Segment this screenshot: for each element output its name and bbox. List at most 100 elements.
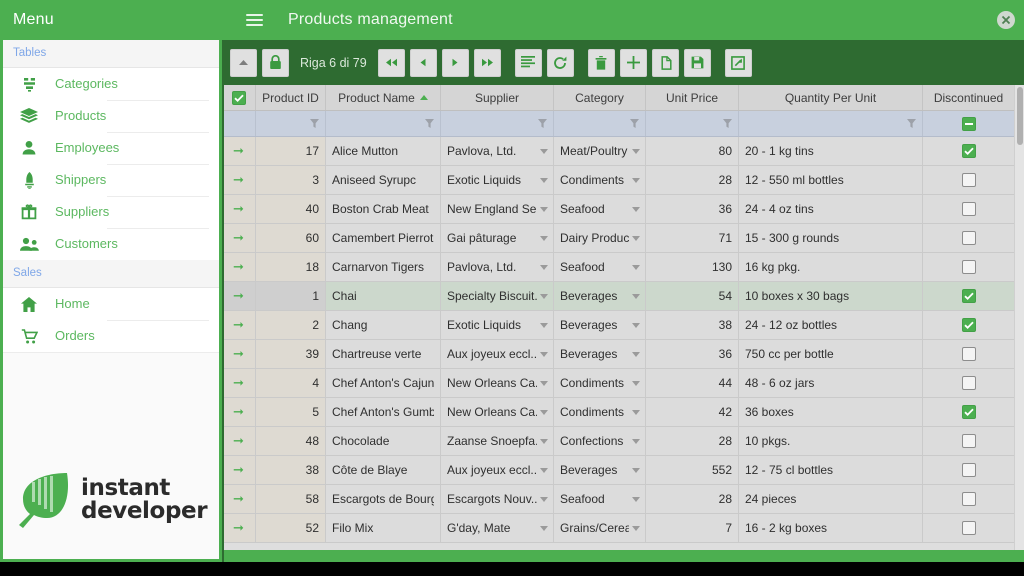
sidebar-item-orders[interactable]: Orders [3, 320, 219, 352]
cell-quantity-per-unit[interactable]: 12 - 75 cl bottles [739, 456, 923, 484]
discontinued-checkbox[interactable] [961, 202, 976, 216]
discontinued-checkbox[interactable] [961, 318, 976, 332]
row-select-arrow[interactable]: ➞ [222, 340, 256, 368]
discontinued-checkbox[interactable] [961, 376, 976, 390]
cell-category[interactable]: Beverages [554, 340, 646, 368]
discontinued-checkbox[interactable] [961, 521, 976, 535]
cell-unit-price[interactable]: 80 [646, 137, 739, 165]
row-select-arrow[interactable]: ➞ [222, 166, 256, 194]
cell-product-name[interactable]: Chai [326, 282, 441, 310]
filter-cell-quantity-per-unit[interactable] [739, 111, 923, 136]
cell-category[interactable]: Beverages [554, 311, 646, 339]
discontinued-checkbox[interactable] [961, 260, 976, 274]
cell-discontinued[interactable] [923, 369, 1014, 397]
select-all-header[interactable] [222, 85, 256, 110]
refresh-button[interactable] [546, 48, 574, 77]
cell-unit-price[interactable]: 42 [646, 398, 739, 426]
next-page-button[interactable] [441, 48, 469, 77]
cell-discontinued[interactable] [923, 398, 1014, 426]
list-view-button[interactable] [514, 48, 542, 77]
filter-cell-unit-price[interactable] [646, 111, 739, 136]
table-row[interactable]: ➞ 48 Chocolade Zaanse Snoepfa... Confections… [222, 427, 1014, 456]
discontinued-checkbox[interactable] [961, 289, 976, 303]
cell-quantity-per-unit[interactable]: 48 - 6 oz jars [739, 369, 923, 397]
cell-product-name[interactable]: Aniseed Syrupc [326, 166, 441, 194]
cell-quantity-per-unit[interactable]: 24 pieces [739, 485, 923, 513]
discontinued-checkbox[interactable] [961, 144, 976, 158]
cell-product-name[interactable]: Carnarvon Tigers [326, 253, 441, 281]
delete-button[interactable] [587, 48, 615, 77]
cell-unit-price[interactable]: 28 [646, 485, 739, 513]
column-header-product-id[interactable]: Product ID [256, 85, 326, 110]
cell-product-id[interactable]: 40 [256, 195, 326, 223]
discontinued-checkbox[interactable] [961, 492, 976, 506]
sidebar-item-suppliers[interactable]: Suppliers [3, 196, 219, 228]
add-button[interactable] [619, 48, 647, 77]
table-row[interactable]: ➞ 3 Aniseed Syrupc Exotic Liquids Condiments… [222, 166, 1014, 195]
cell-supplier[interactable]: Specialty Biscuit... [441, 282, 554, 310]
cell-supplier[interactable]: New Orleans Ca... [441, 398, 554, 426]
cell-unit-price[interactable]: 38 [646, 311, 739, 339]
cell-unit-price[interactable]: 28 [646, 166, 739, 194]
filter-cell-product-id[interactable] [256, 111, 326, 136]
column-header-quantity-per-unit[interactable]: Quantity Per Unit [739, 85, 923, 110]
discontinued-checkbox[interactable] [961, 347, 976, 361]
cell-category[interactable]: Beverages [554, 456, 646, 484]
cell-discontinued[interactable] [923, 137, 1014, 165]
discontinued-checkbox[interactable] [961, 463, 976, 477]
cell-product-name[interactable]: Chef Anton's Gumbo Mix [326, 398, 441, 426]
cell-product-name[interactable]: Chef Anton's Cajun Seasoning [326, 369, 441, 397]
table-row[interactable]: ➞ 18 Carnarvon Tigers Pavlova, Ltd. Seafood 1… [222, 253, 1014, 282]
lock-button[interactable] [262, 48, 289, 77]
cell-supplier[interactable]: Exotic Liquids [441, 166, 554, 194]
table-row[interactable]: ➞ 60 Camembert Pierrot Gai pâturage Dairy Pr… [222, 224, 1014, 253]
cell-quantity-per-unit[interactable]: 15 - 300 g rounds [739, 224, 923, 252]
export-button[interactable] [724, 48, 752, 77]
cell-category[interactable]: Condiments [554, 398, 646, 426]
cell-supplier[interactable]: Pavlova, Ltd. [441, 253, 554, 281]
cell-product-id[interactable]: 4 [256, 369, 326, 397]
table-row[interactable]: ➞4Chef Anton's Cajun SeasoningNew Orlean… [222, 369, 1014, 398]
cell-discontinued[interactable] [923, 253, 1014, 281]
row-select-arrow[interactable]: ➞ [222, 195, 256, 223]
discontinued-checkbox[interactable] [961, 231, 976, 245]
hamburger-icon[interactable] [234, 0, 274, 40]
sidebar-item-categories[interactable]: Categories [3, 68, 219, 100]
cell-product-name[interactable]: Chocolade [326, 427, 441, 455]
cell-product-id[interactable]: 18 [256, 253, 326, 281]
cell-product-id[interactable]: 60 [256, 224, 326, 252]
cell-unit-price[interactable]: 28 [646, 427, 739, 455]
row-select-arrow[interactable]: ➞ [222, 427, 256, 455]
cell-category[interactable]: Condiments [554, 369, 646, 397]
cell-discontinued[interactable] [923, 224, 1014, 252]
sidebar-item-shippers[interactable]: Shippers [3, 164, 219, 196]
cell-quantity-per-unit[interactable]: 10 pkgs. [739, 427, 923, 455]
cell-category[interactable]: Confections [554, 427, 646, 455]
row-select-arrow[interactable]: ➞ [222, 137, 256, 165]
cell-product-id[interactable]: 58 [256, 485, 326, 513]
cell-category[interactable]: Meat/Poultry [554, 137, 646, 165]
cell-supplier[interactable]: Aux joyeux eccl... [441, 456, 554, 484]
column-header-supplier[interactable]: Supplier [441, 85, 554, 110]
cell-quantity-per-unit[interactable]: 16 kg pkg. [739, 253, 923, 281]
cell-discontinued[interactable] [923, 514, 1014, 542]
column-header-category[interactable]: Category [554, 85, 646, 110]
filter-cell-discontinued[interactable] [923, 111, 1014, 136]
cell-category[interactable]: Seafood [554, 253, 646, 281]
table-row[interactable]: ➞58Escargots de BourgogneEscargots Nouv.… [222, 485, 1014, 514]
cell-product-name[interactable]: Boston Crab Meat [326, 195, 441, 223]
sidebar-item-products[interactable]: Products [3, 100, 219, 132]
row-select-arrow[interactable]: ➞ [222, 224, 256, 252]
table-row[interactable]: ➞ 17 Alice Mutton Pavlova, Ltd. Meat/Poultry… [222, 137, 1014, 166]
first-page-button[interactable] [377, 48, 405, 77]
close-icon[interactable] [997, 11, 1015, 29]
cell-discontinued[interactable] [923, 456, 1014, 484]
cell-discontinued[interactable] [923, 340, 1014, 368]
cell-product-id[interactable]: 3 [256, 166, 326, 194]
cell-unit-price[interactable]: 44 [646, 369, 739, 397]
cell-quantity-per-unit[interactable]: 10 boxes x 30 bags [739, 282, 923, 310]
cell-unit-price[interactable]: 36 [646, 195, 739, 223]
discontinued-filter-checkbox[interactable] [961, 116, 976, 131]
cell-supplier[interactable]: Aux joyeux eccl... [441, 340, 554, 368]
table-row[interactable]: ➞ 39 Chartreuse verte Aux joyeux eccl... Bev… [222, 340, 1014, 369]
